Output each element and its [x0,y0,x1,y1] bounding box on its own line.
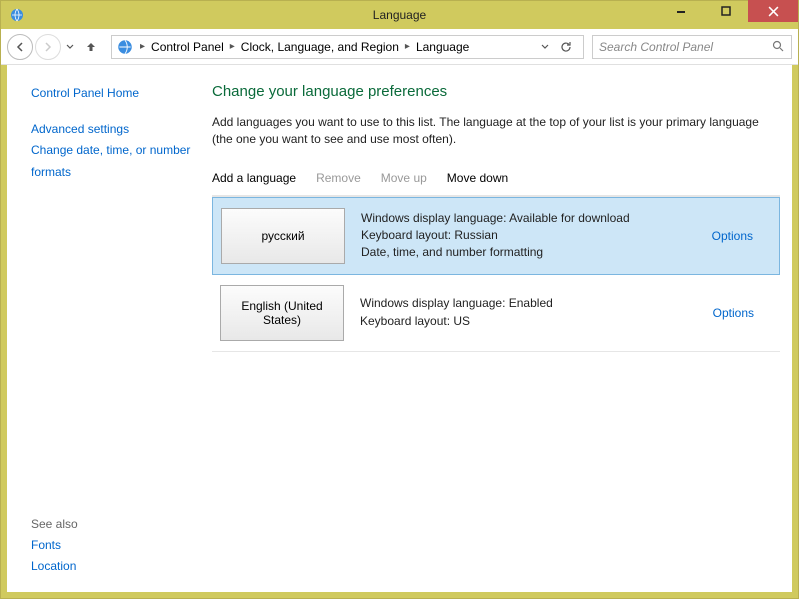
language-row[interactable]: English (United States) Windows display … [212,275,780,352]
language-options-link[interactable]: Options [713,306,772,320]
sidebar-advanced-settings[interactable]: Advanced settings [31,119,204,141]
language-row[interactable]: русский Windows display language: Availa… [212,197,780,275]
forward-button[interactable] [35,34,61,60]
window-frame: Language ▸ Control Panel ▸ Clock, Langua… [0,0,799,599]
close-button[interactable] [748,0,798,22]
refresh-button[interactable] [555,36,577,58]
window-controls [658,0,798,22]
titlebar[interactable]: Language [1,1,798,29]
sidebar: Control Panel Home Advanced settings Cha… [7,65,212,592]
up-button[interactable] [79,35,103,59]
back-button[interactable] [7,34,33,60]
search-icon [772,40,785,53]
move-down-button[interactable]: Move down [447,171,508,185]
language-tile[interactable]: русский [221,208,345,264]
chevron-right-icon[interactable]: ▸ [138,41,147,52]
breadcrumb-clock-language-region[interactable]: Clock, Language, and Region [237,38,403,56]
breadcrumb-language[interactable]: Language [412,38,473,56]
search-input[interactable] [599,40,772,54]
language-details: Windows display language: Enabled Keyboa… [360,295,713,330]
remove-button[interactable]: Remove [316,171,361,185]
chevron-right-icon[interactable]: ▸ [403,41,412,52]
sidebar-home-link[interactable]: Control Panel Home [31,83,204,105]
nav-toolbar: ▸ Control Panel ▸ Clock, Language, and R… [1,29,798,65]
maximize-button[interactable] [703,0,748,22]
breadcrumb-control-panel[interactable]: Control Panel [147,38,228,56]
add-language-button[interactable]: Add a language [212,171,296,185]
language-toolbar: Add a language Remove Move up Move down [212,165,780,196]
language-details: Windows display language: Available for … [361,210,712,262]
sidebar-fonts-link[interactable]: Fonts [31,535,204,557]
language-path-icon [116,38,134,56]
history-dropdown[interactable] [63,43,77,51]
address-dropdown-icon[interactable] [541,43,549,51]
move-up-button[interactable]: Move up [381,171,427,185]
sidebar-location-link[interactable]: Location [31,556,204,578]
search-box[interactable] [592,35,792,59]
language-list: русский Windows display language: Availa… [212,196,780,352]
main-panel: Change your language preferences Add lan… [212,65,792,592]
content-area: Control Panel Home Advanced settings Cha… [7,65,792,592]
language-app-icon [9,7,25,23]
sidebar-date-time-formats[interactable]: Change date, time, or number formats [31,140,204,183]
page-description: Add languages you want to use to this li… [212,114,780,149]
page-heading: Change your language preferences [212,83,780,100]
minimize-button[interactable] [658,0,703,22]
address-bar[interactable]: ▸ Control Panel ▸ Clock, Language, and R… [111,35,584,59]
language-tile[interactable]: English (United States) [220,285,344,341]
language-options-link[interactable]: Options [712,229,771,243]
seealso-label: See also [31,517,204,531]
chevron-right-icon[interactable]: ▸ [228,41,237,52]
